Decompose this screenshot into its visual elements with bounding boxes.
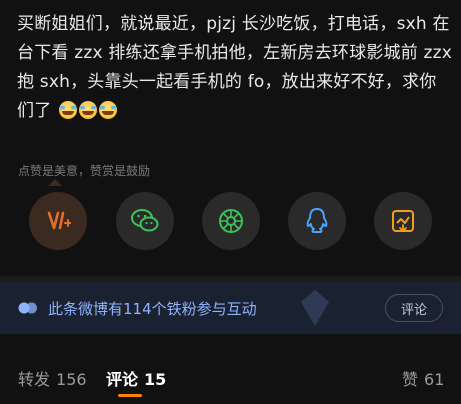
reward-tip: 点赞是美意，赞赏是鼓励: [18, 164, 151, 178]
tab-reposts-label: 转发: [18, 370, 51, 389]
wechat-share-button[interactable]: [116, 192, 174, 250]
active-tab-indicator: [118, 394, 142, 397]
post-text: 买断姐姐们，就说最近，pjzj 长沙吃饭，打电话，sxh 在台下看 zzx 排练…: [17, 10, 453, 126]
tab-comments-label: 评论: [106, 370, 139, 389]
laughing-tears-emoji-icon: [59, 101, 78, 119]
qq-share-button[interactable]: [288, 192, 346, 250]
moments-share-button[interactable]: [202, 192, 260, 250]
tab-comments-count: 15: [144, 370, 167, 389]
laughing-tears-emoji-icon: [99, 101, 118, 119]
tab-likes-label: 赞: [402, 370, 419, 389]
laughing-tears-emoji-icon: [79, 101, 98, 119]
tab-likes[interactable]: 赞 61: [402, 366, 444, 390]
share-row: [0, 192, 461, 252]
tab-reposts[interactable]: 转发 156: [18, 366, 87, 390]
engagement-tabs: 转发 156 评论 15 赞 61: [0, 358, 461, 404]
moments-icon: [219, 209, 243, 233]
save-image-button[interactable]: [374, 192, 432, 250]
tab-comments[interactable]: 评论 15: [106, 366, 166, 390]
reward-icon: [47, 211, 71, 230]
wechat-icon: [131, 209, 159, 232]
fans-icon: [18, 302, 37, 314]
banner-comment-button[interactable]: 评论: [385, 294, 443, 322]
tab-reposts-count: 156: [56, 370, 87, 389]
fan-interaction-banner[interactable]: 此条微博有114个铁粉参与互动 评论: [0, 282, 461, 334]
decorative-shield-icon: [301, 290, 329, 326]
reward-button[interactable]: [29, 192, 87, 250]
fan-banner-text: 此条微博有114个铁粉参与互动: [48, 299, 257, 318]
tab-likes-count: 61: [424, 370, 445, 389]
save-image-icon: [392, 210, 414, 232]
qq-icon: [306, 208, 328, 233]
tip-caret: [48, 179, 62, 186]
